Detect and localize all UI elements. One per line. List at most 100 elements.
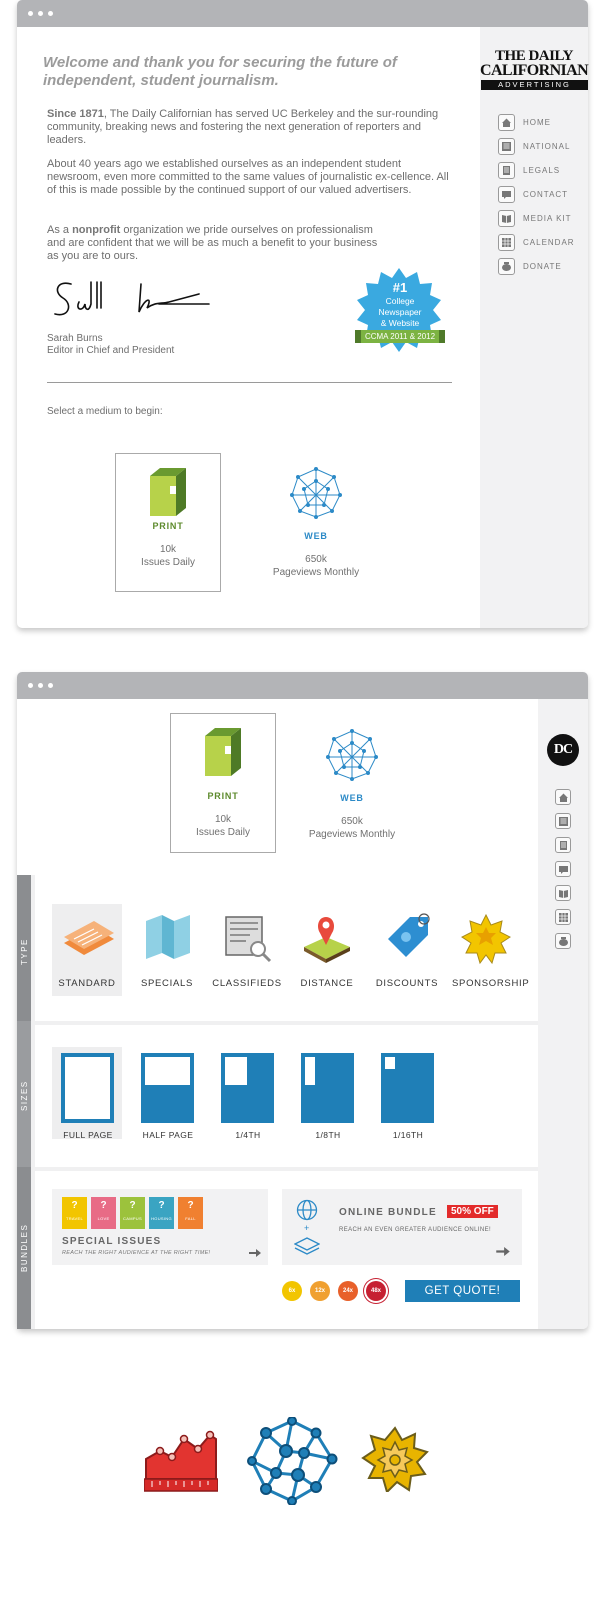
window-controls[interactable]	[28, 683, 53, 688]
badge-rank: #1	[392, 280, 408, 295]
sidebar-item-calendar[interactable]: CALENDAR	[498, 234, 575, 251]
size-option-label: 1/16TH	[392, 1130, 424, 1140]
type-option-standard[interactable]: STANDARD	[52, 913, 122, 989]
type-option-label: DISCOUNTS	[375, 978, 439, 989]
get-quote-button[interactable]: GET QUOTE!	[405, 1280, 520, 1302]
nav-icon-box	[498, 138, 515, 155]
sponsorship-star-icon	[461, 913, 511, 965]
sponsorship-star-icon	[361, 1426, 429, 1492]
size-preview-fill	[145, 1057, 190, 1085]
sidebar-item-label: NATIONAL	[523, 142, 571, 151]
size-preview-fill	[225, 1057, 247, 1085]
size-option-label: 1/4TH	[235, 1130, 261, 1140]
sidebar-item-legals[interactable]: LEGALS	[498, 162, 560, 179]
sidebar-item-media-kit[interactable]: MEDIA KIT	[498, 210, 572, 227]
paragraph-nonprofit: As a nonprofit organization we pride our…	[47, 224, 387, 263]
type-option-specials[interactable]: SPECIALS	[132, 913, 202, 989]
signature-image	[54, 281, 210, 316]
special-issue-tile-travel[interactable]: ? TRAVEL	[62, 1197, 87, 1229]
browser-window-welcome: Welcome and thank you for securing the f…	[17, 0, 589, 628]
sidebar-item-label: HOME	[523, 118, 551, 127]
type-option-classifieds[interactable]: CLASSIFIEDS	[212, 913, 282, 989]
frequency-option-6x[interactable]: 6x	[282, 1281, 302, 1301]
type-option-label: SPECIALS	[140, 978, 194, 989]
type-section-label: TYPE	[17, 875, 31, 1021]
size-option-1-16th[interactable]	[381, 1053, 434, 1123]
print-box-icon	[150, 468, 186, 516]
type-option-label: DISTANCE	[300, 978, 354, 989]
type-option-distance[interactable]: DISTANCE	[292, 913, 362, 989]
sidebar-icon-donate[interactable]	[555, 933, 571, 949]
type-option-discounts[interactable]: DISCOUNTS	[372, 913, 442, 989]
sidebar-item-home[interactable]: HOME	[498, 114, 551, 131]
sidebar-icon-home[interactable]	[555, 789, 571, 805]
piggy-bank-icon	[502, 262, 511, 271]
special-issue-tile-love[interactable]: ? LOVE	[91, 1197, 116, 1229]
frequency-option-48x[interactable]: 48x	[366, 1281, 386, 1301]
size-option-half-page[interactable]	[141, 1053, 194, 1123]
chat-icon	[502, 191, 511, 199]
print-medium-card[interactable]: PRINT 10k Issues Daily	[115, 453, 221, 592]
sidebar-item-national[interactable]: NATIONAL	[498, 138, 570, 155]
sidebar-item-donate[interactable]: DONATE	[498, 258, 562, 275]
distance-pin-icon	[304, 917, 350, 963]
nav-icon-box	[498, 186, 515, 203]
online-bundle[interactable]: + ONLINE BUNDLE 50% OFF REACH AN EVEN GR…	[282, 1189, 522, 1265]
classifieds-icon	[225, 916, 272, 963]
tile-glyph: ?	[100, 1200, 107, 1211]
size-option-label: 1/8TH	[315, 1130, 341, 1140]
online-bundle-subtitle: REACH AN EVEN GREATER AUDIENCE ONLINE!	[339, 1227, 492, 1233]
web-count: 650k	[305, 554, 327, 565]
print-count: 10k	[159, 544, 177, 555]
bundles-row: ? TRAVEL? LOVE? CAMPUS? HOUSING? FALL SPECIAL…	[35, 1171, 538, 1329]
special-issues-bundle[interactable]: ? TRAVEL? LOVE? CAMPUS? HOUSING? FALL SPECIAL…	[52, 1189, 268, 1265]
window-controls[interactable]	[28, 11, 53, 16]
sidebar-icon-national[interactable]	[555, 813, 571, 829]
print-medium-card-selected[interactable]: PRINT 10k Issues Daily	[170, 713, 276, 853]
web-medium-card[interactable]: WEB 650k Pageviews Monthly	[299, 713, 405, 853]
sidebar-item-contact[interactable]: CONTACT	[498, 186, 568, 203]
special-issue-tile-fall[interactable]: ? FALL	[178, 1197, 203, 1229]
web-count: 650k	[341, 816, 363, 827]
logo-sub: ADVERTISING	[481, 80, 588, 90]
sidebar-icon-media-kit[interactable]	[555, 885, 571, 901]
specials-map-icon	[146, 915, 190, 959]
sidebar-compact: DC	[538, 699, 588, 1329]
frequency-option-12x[interactable]: 12x	[310, 1281, 330, 1301]
builder-panel: TYPE SIZES BUNDLES STANDARD SPECIALS CLASS…	[17, 875, 538, 1329]
tile-label: FALL	[185, 1216, 196, 1221]
dc-logo[interactable]: DC	[547, 734, 579, 766]
size-option-1-4th[interactable]	[221, 1053, 274, 1123]
size-option-full-page[interactable]	[61, 1053, 114, 1123]
special-issue-tile-housing[interactable]: ? HOUSING	[149, 1197, 174, 1229]
type-option-sponsorship[interactable]: SPONSORSHIP	[452, 913, 529, 989]
special-issue-tile-campus[interactable]: ? CAMPUS	[120, 1197, 145, 1229]
book-icon	[502, 215, 511, 223]
sidebar-icon-contact[interactable]	[555, 861, 571, 877]
tile-label: HOUSING	[151, 1216, 172, 1221]
home-icon	[558, 793, 568, 802]
badge-ribbon: CCMA 2011 & 2012	[355, 330, 445, 343]
daily-cal-logo[interactable]: THE DAILY CALIFORNIAN ADVERTISING	[480, 49, 589, 90]
nav-icon-box	[498, 234, 515, 251]
size-option-1-8th[interactable]	[301, 1053, 354, 1123]
discount-badge: 50% OFF	[447, 1205, 498, 1218]
tile-label: CAMPUS	[123, 1216, 142, 1221]
print-desc: Issues Daily	[196, 827, 250, 838]
award-badge: #1 College Newspaper & Website CCMA 2011…	[345, 268, 455, 358]
sidebar-item-label: DONATE	[523, 262, 562, 271]
tile-glyph: ?	[71, 1200, 78, 1211]
newspaper-icon	[558, 816, 568, 826]
sidebar-icon-legals[interactable]	[555, 837, 571, 853]
web-medium-card[interactable]: WEB 650k Pageviews Monthly	[263, 453, 369, 592]
sidebar-icon-calendar[interactable]	[555, 909, 571, 925]
newspaper-icon	[502, 142, 511, 151]
frequency-option-24x[interactable]: 24x	[338, 1281, 358, 1301]
paragraph-history-text: , The Daily Californian has served UC Be…	[47, 108, 439, 146]
network-globe-icon	[326, 729, 378, 781]
window-title-bar	[17, 0, 588, 27]
sidebar-item-label: CONTACT	[523, 190, 569, 199]
print-box-icon	[205, 728, 241, 776]
sidebar: THE DAILY CALIFORNIAN ADVERTISING HOME NA…	[480, 27, 589, 628]
tile-glyph: ?	[187, 1200, 194, 1211]
